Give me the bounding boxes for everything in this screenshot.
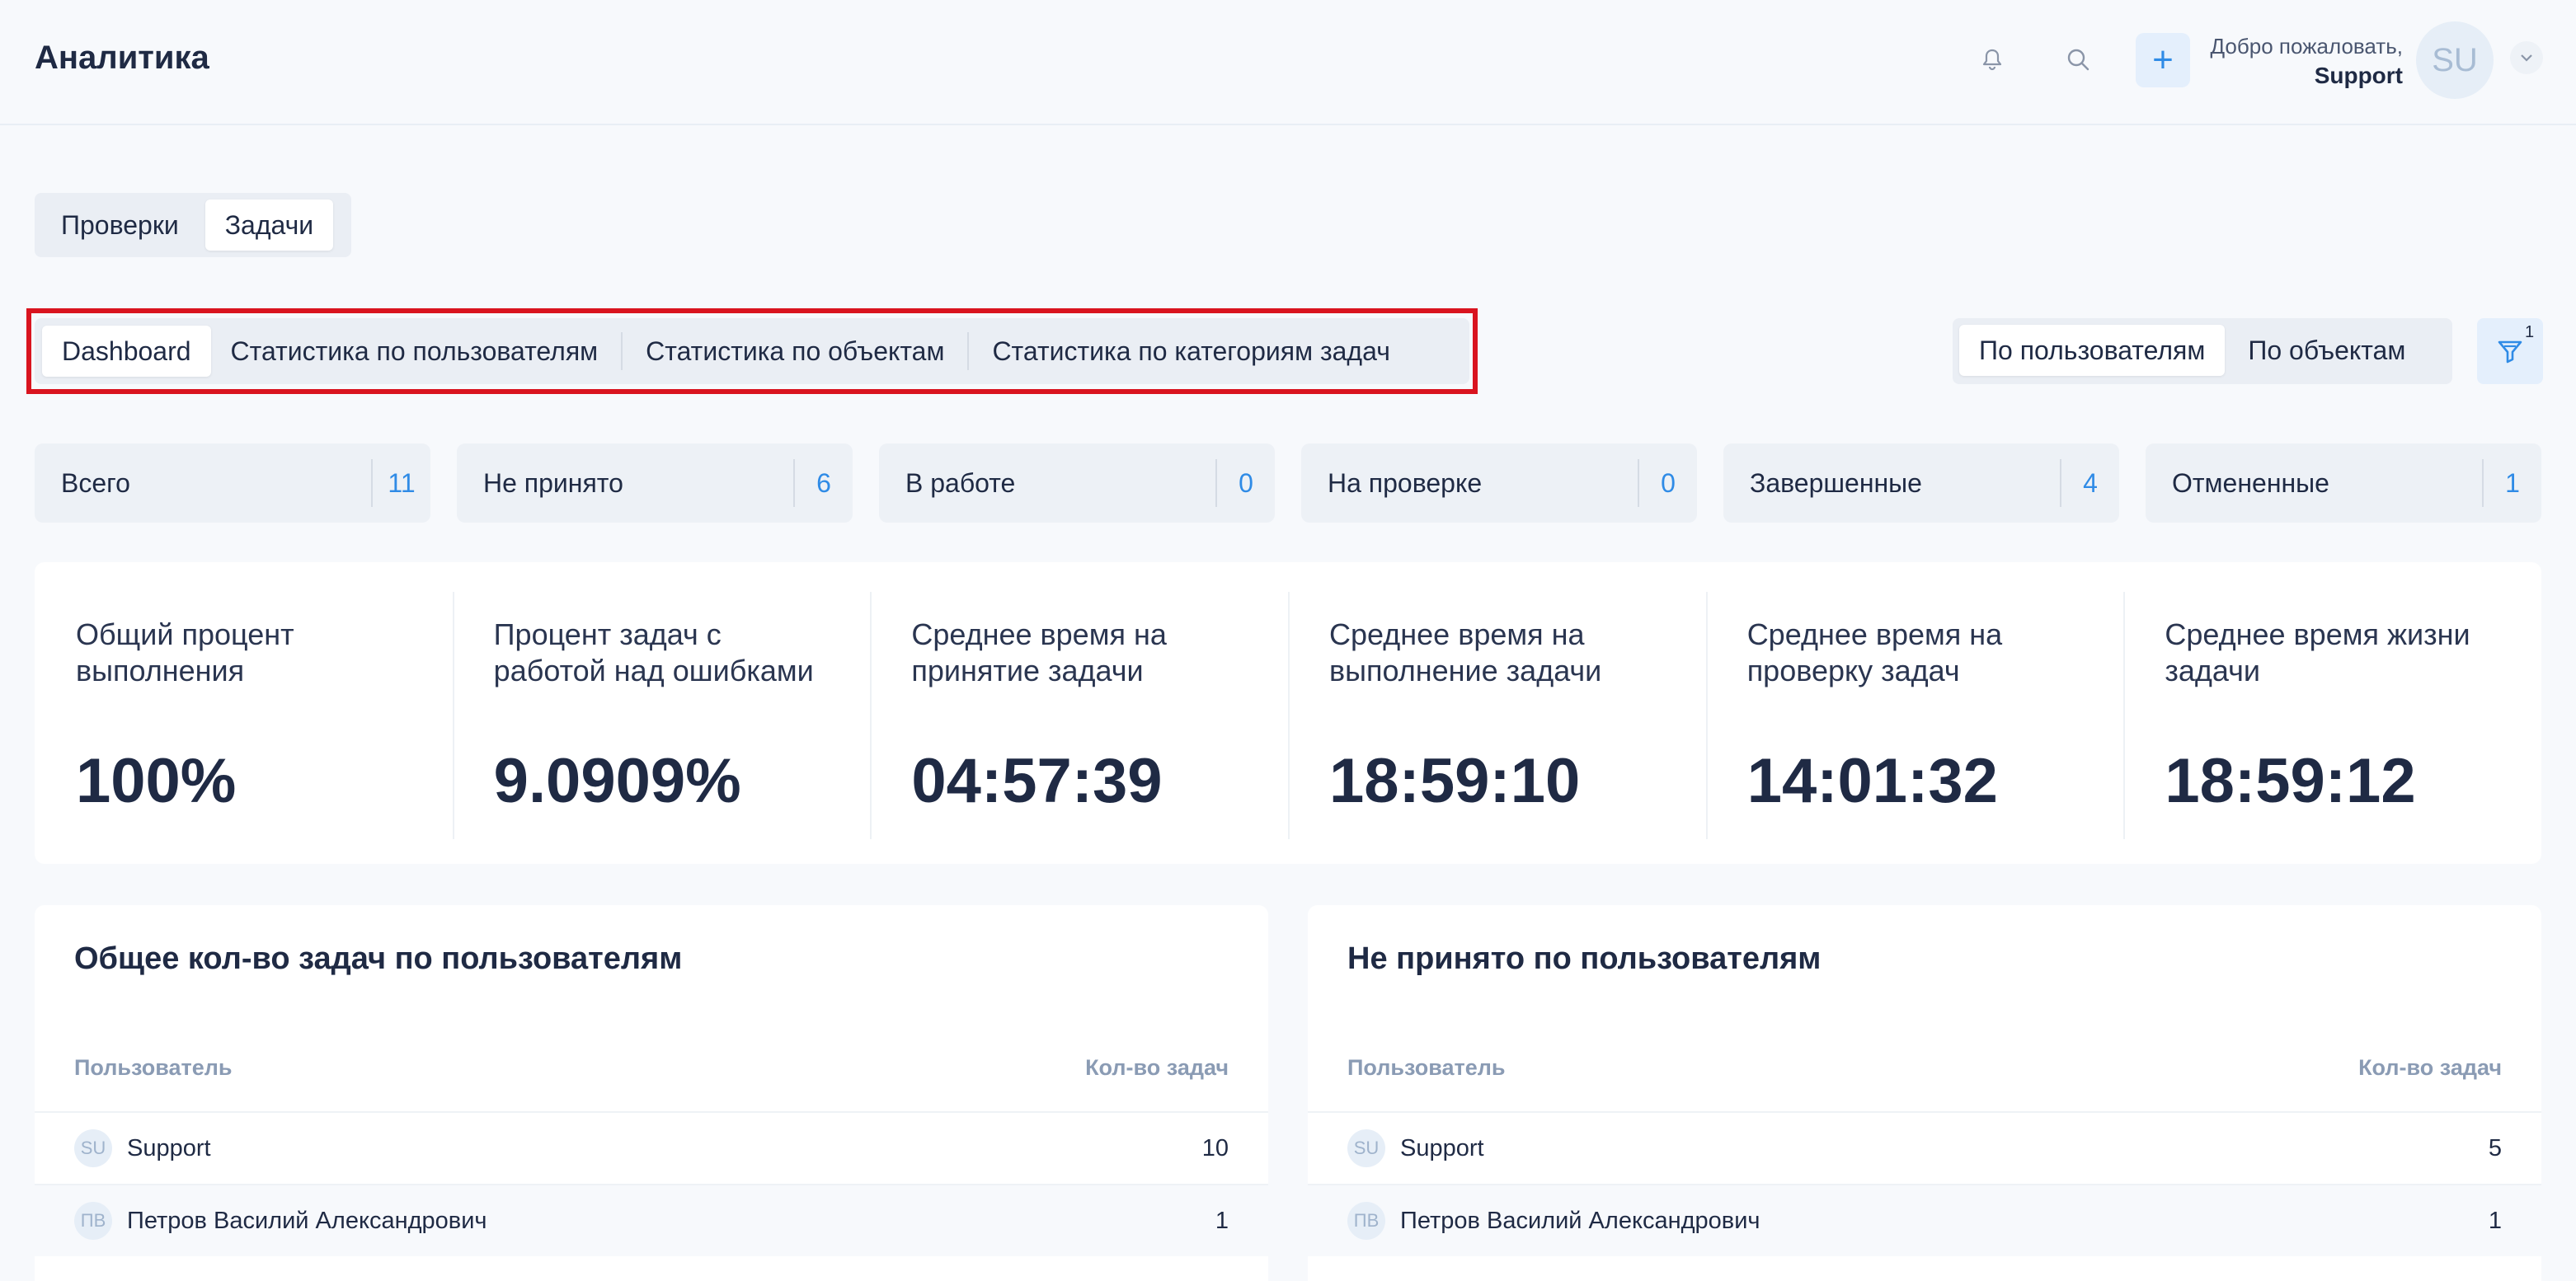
- column-header-user[interactable]: Пользователь: [74, 1055, 232, 1081]
- panel-title: Общее кол-во задач по пользователям: [74, 941, 683, 976]
- app-header: Аналитика + Добро пожаловать, Support SU: [0, 0, 2576, 125]
- search-icon[interactable]: [2053, 35, 2103, 84]
- highlight-frame: [26, 308, 1478, 394]
- welcome-block: Добро пожаловать, Support: [2210, 31, 2403, 91]
- toggle-by-users[interactable]: По пользователям: [1959, 325, 2226, 376]
- metric-value: 100%: [76, 746, 237, 816]
- not-accepted-by-user-panel: Не принято по пользователям Пользователь…: [1308, 905, 2541, 1281]
- task-count: 1: [2488, 1207, 2502, 1234]
- column-header-count[interactable]: Кол-во задач: [1085, 1055, 1229, 1081]
- status-label: На проверке: [1328, 467, 1483, 498]
- user-name: Петров Василий Александрович: [1400, 1207, 1760, 1234]
- user-name: Support: [127, 1134, 211, 1161]
- metric-label: Среднее время на принятие задачи: [911, 617, 1167, 687]
- task-count: 10: [1201, 1134, 1229, 1161]
- metric-label: Процент задач с работой над ошибками: [493, 617, 814, 687]
- column-header-count[interactable]: Кол-во задач: [2358, 1055, 2502, 1081]
- status-label: Не принято: [483, 467, 623, 498]
- tab-inspections[interactable]: Проверки: [41, 199, 199, 251]
- view-toggle: По пользователям По объектам: [1953, 318, 2452, 384]
- metric-avg-lifetime: Среднее время жизни задачи 18:59:12: [2123, 562, 2541, 864]
- status-card-review[interactable]: На проверке 0: [1301, 443, 1697, 523]
- task-count: 5: [2488, 1134, 2502, 1161]
- status-label: В работе: [905, 467, 1016, 498]
- plus-icon: +: [2152, 40, 2174, 80]
- metric-avg-execute: Среднее время на выполнение задачи 18:59…: [1288, 562, 1706, 864]
- tab-tasks[interactable]: Задачи: [204, 199, 334, 251]
- user-name: Support: [2314, 63, 2403, 88]
- status-label: Всего: [61, 467, 130, 498]
- metric-avg-accept: Среднее время на принятие задачи 04:57:3…: [870, 562, 1288, 864]
- status-label: Завершенные: [1750, 467, 1922, 498]
- status-card-cancelled[interactable]: Отмененные 1: [2146, 443, 2541, 523]
- panel-title: Не принято по пользователям: [1347, 941, 1822, 976]
- metric-label: Общий процент выполнения: [76, 617, 294, 687]
- user-name: Петров Василий Александрович: [127, 1207, 487, 1234]
- avatar: SU: [1347, 1129, 1385, 1167]
- metric-value: 18:59:12: [2165, 746, 2416, 816]
- column-header-user[interactable]: Пользователь: [1347, 1055, 1505, 1081]
- filter-count-badge: 1: [2525, 323, 2535, 341]
- avatar[interactable]: SU: [2416, 21, 2494, 99]
- metric-value: 14:01:32: [1746, 746, 1998, 816]
- status-count: 11: [388, 467, 416, 498]
- avatar: SU: [74, 1129, 112, 1167]
- welcome-text: Добро пожаловать,: [2210, 34, 2403, 59]
- toggle-by-objects[interactable]: По объектам: [2228, 325, 2425, 376]
- metric-error-rework: Процент задач с работой над ошибками 9.0…: [452, 562, 871, 864]
- status-card-total[interactable]: Всего 11: [35, 443, 430, 523]
- status-count: 6: [816, 467, 831, 498]
- status-card-in-progress[interactable]: В работе 0: [879, 443, 1275, 523]
- page-title: Аналитика: [35, 40, 209, 76]
- add-button[interactable]: +: [2136, 33, 2190, 87]
- status-label: Отмененные: [2172, 467, 2329, 498]
- metric-label: Среднее время жизни задачи: [2165, 617, 2470, 687]
- metric-avg-review: Среднее время на проверку задач 14:01:32: [1705, 562, 2124, 864]
- status-card-not-accepted[interactable]: Не принято 6: [457, 443, 853, 523]
- section-tabs: Проверки Задачи: [35, 193, 351, 257]
- status-card-completed[interactable]: Завершенные 4: [1723, 443, 2119, 523]
- metric-label: Среднее время на проверку задач: [1746, 617, 2003, 687]
- metric-completion-rate: Общий процент выполнения 100%: [35, 562, 453, 864]
- metric-value: 9.0909%: [493, 746, 741, 816]
- chevron-down-icon[interactable]: [2510, 41, 2543, 74]
- filter-icon: [2498, 340, 2522, 364]
- table-row[interactable]: SU Support 5: [1308, 1111, 2541, 1184]
- total-tasks-by-user-panel: Общее кол-во задач по пользователям Поль…: [35, 905, 1268, 1281]
- status-count: 0: [1239, 467, 1253, 498]
- metric-value: 04:57:39: [911, 746, 1163, 816]
- metric-value: 18:59:10: [1329, 746, 1581, 816]
- task-count: 1: [1215, 1207, 1229, 1234]
- status-count: 1: [2505, 467, 2520, 498]
- table-row[interactable]: ПВ Петров Василий Александрович 1: [35, 1184, 1268, 1256]
- avatar: ПВ: [1347, 1202, 1385, 1240]
- status-count: 0: [1661, 467, 1676, 498]
- user-name: Support: [1400, 1134, 1484, 1161]
- metric-label: Среднее время на выполнение задачи: [1329, 617, 1602, 687]
- status-count: 4: [2083, 467, 2098, 498]
- avatar: ПВ: [74, 1202, 112, 1240]
- metrics-panel: Общий процент выполнения 100% Процент за…: [35, 562, 2541, 864]
- table-row[interactable]: SU Support 10: [35, 1111, 1268, 1184]
- table-row[interactable]: ПВ Петров Василий Александрович 1: [1308, 1184, 2541, 1256]
- bell-icon[interactable]: [1967, 35, 2017, 84]
